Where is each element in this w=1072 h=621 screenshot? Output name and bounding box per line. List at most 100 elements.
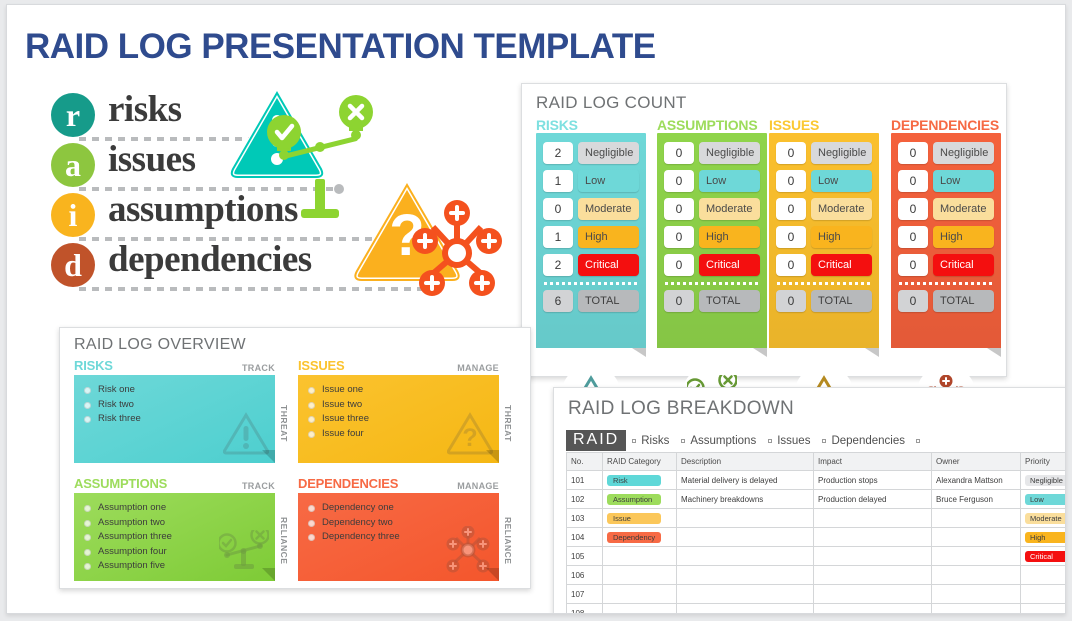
table-row[interactable]: 108 bbox=[566, 603, 1065, 613]
raid-letter-circle: a bbox=[51, 143, 95, 187]
connector-dot bbox=[424, 284, 434, 294]
cell-priority[interactable] bbox=[1020, 603, 1065, 613]
cell-priority[interactable] bbox=[1020, 584, 1065, 604]
count-value[interactable]: 0 bbox=[776, 142, 806, 164]
count-value[interactable]: 0 bbox=[664, 198, 694, 220]
table-row[interactable]: 106 bbox=[566, 565, 1065, 585]
cell-impact[interactable] bbox=[813, 565, 932, 585]
tab-assumptions[interactable]: Assumptions bbox=[675, 435, 762, 447]
quadrant-card: Assumption one Assumption two Assumption t… bbox=[74, 493, 275, 581]
cell-description[interactable] bbox=[676, 546, 814, 566]
tab-issues[interactable]: Issues bbox=[762, 435, 816, 447]
cell-description[interactable] bbox=[676, 603, 814, 613]
count-value[interactable]: 0 bbox=[776, 170, 806, 192]
count-value[interactable]: 0 bbox=[664, 226, 694, 248]
cell-category[interactable] bbox=[602, 584, 677, 604]
cell-owner[interactable] bbox=[931, 603, 1021, 613]
count-value[interactable]: 0 bbox=[898, 226, 928, 248]
cell-category[interactable] bbox=[602, 546, 677, 566]
cell-priority[interactable]: Low bbox=[1020, 489, 1065, 509]
count-value[interactable]: 0 bbox=[776, 226, 806, 248]
cell-category[interactable]: Assumption bbox=[602, 489, 677, 509]
table-row[interactable]: 105 Critical bbox=[566, 546, 1065, 566]
count-row: 0 Low bbox=[776, 170, 872, 192]
raid-logo-badge: RAID bbox=[566, 430, 627, 451]
count-value[interactable]: 2 bbox=[543, 142, 573, 164]
column-header: Description bbox=[676, 452, 814, 471]
cell-impact[interactable]: Production delayed bbox=[813, 489, 932, 509]
tab-risks[interactable]: Risks bbox=[626, 435, 675, 447]
cell-category[interactable] bbox=[602, 603, 677, 613]
overview-panel-title: RAID LOG OVERVIEW bbox=[74, 336, 246, 353]
count-value[interactable]: 0 bbox=[898, 170, 928, 192]
cell-description[interactable] bbox=[676, 565, 814, 585]
quadrant-card: Issue one Issue two Issue three Issue four? bbox=[298, 375, 499, 463]
cell-owner[interactable]: Alexandra Mattson bbox=[931, 470, 1021, 490]
list-item: Assumption one bbox=[84, 501, 265, 516]
raid-legend-row: r risks bbox=[51, 89, 521, 144]
cell-owner[interactable] bbox=[931, 508, 1021, 528]
count-value[interactable]: 0 bbox=[664, 254, 694, 276]
table-row[interactable]: 101 Risk Material delivery is delayed Produ… bbox=[566, 470, 1065, 490]
count-row: 0 Moderate bbox=[664, 198, 760, 220]
count-value[interactable]: 0 bbox=[664, 170, 694, 192]
cell-owner[interactable]: Bruce Ferguson bbox=[931, 489, 1021, 509]
cell-description[interactable]: Material delivery is delayed bbox=[676, 470, 814, 490]
table-row[interactable]: 107 bbox=[566, 584, 1065, 604]
count-value[interactable]: 0 bbox=[776, 254, 806, 276]
cell-owner[interactable] bbox=[931, 546, 1021, 566]
cell-priority[interactable]: Critical bbox=[1020, 546, 1065, 566]
cell-description[interactable] bbox=[676, 584, 814, 604]
count-value[interactable]: 0 bbox=[664, 142, 694, 164]
cell-priority[interactable]: High bbox=[1020, 527, 1065, 547]
count-divider bbox=[544, 282, 638, 285]
status-badge: Low bbox=[1025, 493, 1065, 505]
tab-dependencies[interactable]: Dependencies bbox=[816, 435, 911, 447]
cell-no: 103 bbox=[566, 508, 603, 528]
count-value[interactable]: 1 bbox=[543, 226, 573, 248]
cell-description[interactable] bbox=[676, 508, 814, 528]
cell-category[interactable]: Issue bbox=[602, 508, 677, 528]
cell-category[interactable] bbox=[602, 565, 677, 585]
cell-priority[interactable]: Moderate bbox=[1020, 508, 1065, 528]
count-value[interactable]: 0 bbox=[898, 142, 928, 164]
cell-impact[interactable] bbox=[813, 508, 932, 528]
count-column-body: 0 Negligible 0 Low 0 Moderate 0 High 0 Critical 0 T… bbox=[657, 133, 767, 425]
cell-priority[interactable]: Negligible bbox=[1020, 470, 1065, 490]
count-value[interactable]: 0 bbox=[776, 198, 806, 220]
count-level-label: High bbox=[699, 226, 760, 248]
cell-category[interactable]: Dependency bbox=[602, 527, 677, 547]
breakdown-panel-title: RAID LOG BREAKDOWN bbox=[568, 398, 795, 419]
cell-impact[interactable] bbox=[813, 546, 932, 566]
count-value[interactable]: 0 bbox=[898, 198, 928, 220]
count-value[interactable]: 1 bbox=[543, 170, 573, 192]
cell-owner[interactable] bbox=[931, 584, 1021, 604]
count-panel-title: RAID LOG COUNT bbox=[536, 93, 687, 112]
count-total-value[interactable]: 0 bbox=[898, 290, 928, 312]
table-row[interactable]: 102 Assumption Machinery breakdowns Product… bbox=[566, 489, 1065, 509]
table-row[interactable]: 104 Dependency High bbox=[566, 527, 1065, 547]
count-level-label: Critical bbox=[933, 254, 994, 276]
cell-category[interactable]: Risk bbox=[602, 470, 677, 490]
quadrant-header: ISSUES MANAGE bbox=[298, 358, 515, 375]
cell-impact[interactable] bbox=[813, 527, 932, 547]
count-value[interactable]: 0 bbox=[543, 198, 573, 220]
cell-no: 108 bbox=[566, 603, 603, 613]
count-row: 0 Negligible bbox=[898, 142, 994, 164]
tab-bullet-icon bbox=[632, 438, 637, 443]
cell-impact[interactable] bbox=[813, 584, 932, 604]
count-total-value[interactable]: 0 bbox=[776, 290, 806, 312]
cell-priority[interactable] bbox=[1020, 565, 1065, 585]
table-row[interactable]: 103 Issue Moderate bbox=[566, 508, 1065, 528]
cell-description[interactable] bbox=[676, 527, 814, 547]
cell-owner[interactable] bbox=[931, 527, 1021, 547]
count-value[interactable]: 2 bbox=[543, 254, 573, 276]
count-total-value[interactable]: 0 bbox=[664, 290, 694, 312]
count-value[interactable]: 0 bbox=[898, 254, 928, 276]
cell-owner[interactable] bbox=[931, 565, 1021, 585]
count-total-value[interactable]: 6 bbox=[543, 290, 573, 312]
count-row: 0 Critical bbox=[776, 254, 872, 276]
cell-impact[interactable]: Production stops bbox=[813, 470, 932, 490]
cell-description[interactable]: Machinery breakdowns bbox=[676, 489, 814, 509]
cell-impact[interactable] bbox=[813, 603, 932, 613]
